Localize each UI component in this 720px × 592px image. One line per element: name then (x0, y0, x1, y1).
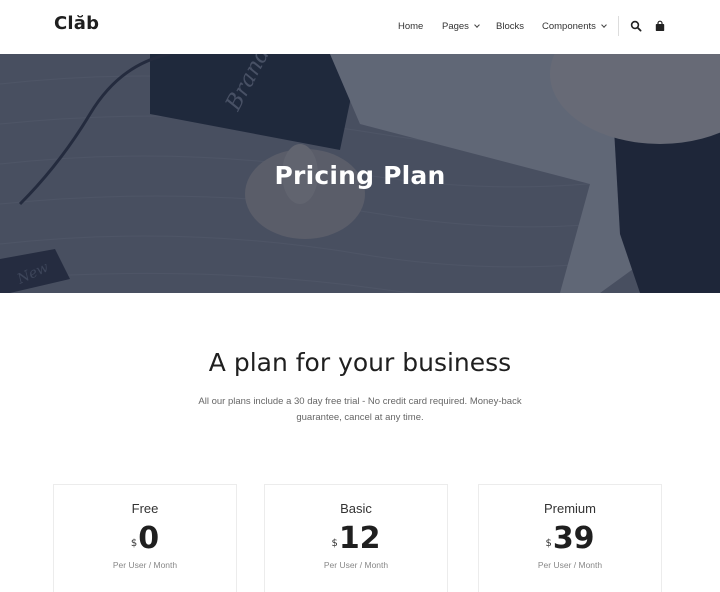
nav-item-label: Components (542, 21, 596, 32)
pricing-card-free: Free $0 Per User / Month (53, 484, 237, 592)
plan-name: Premium (543, 501, 596, 516)
nav-item-label: Pages (442, 21, 469, 32)
section-title: A plan for your business (208, 348, 512, 377)
price-amount: 0 (138, 521, 160, 556)
shopping-bag-icon[interactable] (654, 20, 666, 32)
currency-symbol: $ (331, 538, 338, 549)
plan-price: $0 (54, 521, 236, 556)
plan-name: Free (131, 501, 159, 516)
price-amount: 12 (338, 521, 381, 556)
currency-symbol: $ (545, 538, 552, 549)
plan-price: $39 (479, 521, 661, 556)
nav-item-home[interactable]: Home (398, 21, 423, 32)
nav-item-pages[interactable]: Pages (442, 21, 480, 32)
site-header: Clăb Home Pages Blocks Components (0, 0, 720, 54)
section-description: All our plans include a 30 day free tria… (198, 396, 522, 423)
price-amount: 39 (552, 521, 595, 556)
nav-item-components[interactable]: Components (542, 21, 607, 32)
plan-period: Per User / Month (112, 560, 178, 570)
plan-period: Per User / Month (323, 560, 389, 570)
nav-item-label: Home (398, 21, 424, 32)
plan-name: Basic (340, 501, 372, 516)
hero-banner: Brand New Pricing Plan (0, 54, 720, 293)
nav-item-blocks[interactable]: Blocks (496, 21, 524, 32)
currency-symbol: $ (130, 538, 138, 549)
site-logo[interactable]: Clăb (54, 13, 99, 34)
pricing-card-premium: Premium $39 Per User / Month (478, 484, 662, 592)
pricing-card-basic: Basic $12 Per User / Month (264, 484, 448, 592)
chevron-down-icon (601, 22, 607, 28)
plan-period: Per User / Month (537, 560, 603, 570)
plan-price: $12 (265, 521, 447, 556)
search-icon[interactable] (630, 20, 642, 32)
nav-item-label: Blocks (496, 21, 524, 32)
nav-divider (618, 16, 619, 36)
chevron-down-icon (474, 22, 480, 28)
hero-title: Pricing Plan (274, 161, 446, 190)
